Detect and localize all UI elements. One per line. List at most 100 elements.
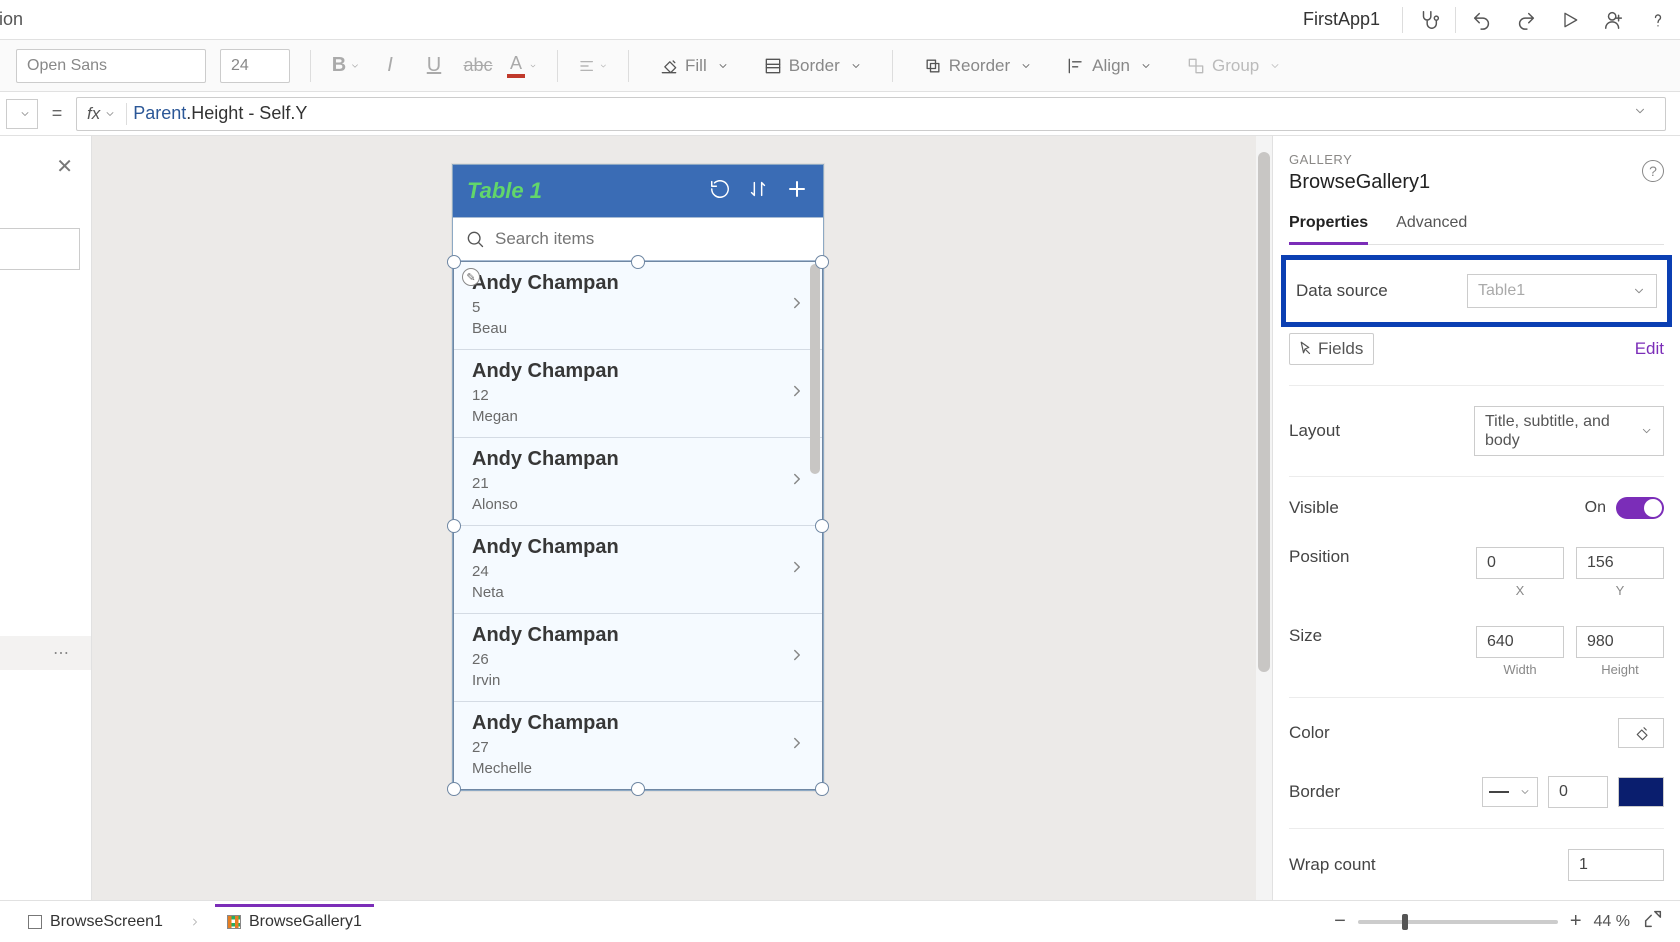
search-icon	[465, 229, 485, 249]
tab-advanced[interactable]: Advanced	[1396, 214, 1467, 244]
play-icon[interactable]	[1548, 0, 1592, 40]
underline-icon[interactable]: U	[419, 51, 449, 81]
list-item[interactable]: Andy Champan26Irvin	[454, 614, 822, 702]
fill-button[interactable]: Fill	[649, 49, 739, 83]
selection-handle[interactable]	[447, 782, 461, 796]
border-width-input[interactable]	[1548, 776, 1608, 808]
formula-input[interactable]: fx Parent.Height - Self.Y	[76, 97, 1666, 131]
search-input[interactable]	[495, 229, 811, 249]
chevron-right-icon	[788, 556, 806, 582]
item-body: Mechelle	[472, 760, 788, 777]
list-item[interactable]: Andy Champan24Neta	[454, 526, 822, 614]
gallery-scrollbar[interactable]	[810, 264, 820, 474]
item-subtitle: 26	[472, 651, 788, 668]
help-icon[interactable]	[1636, 0, 1680, 40]
bold-icon[interactable]: B	[331, 51, 361, 81]
italic-icon[interactable]: I	[375, 51, 405, 81]
y-label: Y	[1616, 583, 1625, 598]
item-body: Neta	[472, 584, 788, 601]
refresh-icon[interactable]	[709, 178, 731, 205]
border-color-picker[interactable]	[1618, 777, 1664, 807]
font-color-icon[interactable]: A	[507, 51, 537, 81]
zoom-out-button[interactable]: −	[1334, 910, 1346, 933]
border-button[interactable]: Border	[753, 49, 872, 83]
properties-panel: ? GALLERY BrowseGallery1 Properties Adva…	[1272, 136, 1680, 900]
redo-icon[interactable]	[1504, 0, 1548, 40]
strikethrough-icon[interactable]: abc	[463, 51, 493, 81]
breadcrumb-gallery[interactable]: BrowseGallery1	[215, 904, 374, 937]
fields-edit-link[interactable]: Edit	[1635, 339, 1664, 359]
tree-search-box[interactable]	[0, 228, 80, 270]
phone-preview: Table 1	[452, 164, 824, 791]
font-size-value: 24	[231, 57, 249, 75]
group-button[interactable]: Group	[1176, 49, 1291, 83]
formula-text: Parent.Height - Self.Y	[127, 103, 307, 124]
font-select[interactable]: Open Sans	[16, 49, 206, 83]
fields-button[interactable]: Fields	[1289, 333, 1374, 365]
item-title: Andy Champan	[472, 448, 788, 471]
stethoscope-icon[interactable]	[1407, 0, 1451, 40]
border-label: Border	[789, 56, 840, 76]
list-item[interactable]: Andy Champan5Beau	[454, 262, 822, 350]
selection-handle[interactable]	[447, 519, 461, 533]
selection-handle[interactable]	[447, 255, 461, 269]
selection-handle[interactable]	[815, 519, 829, 533]
breadcrumb-screen[interactable]: BrowseScreen1	[16, 907, 175, 937]
fit-to-screen-icon[interactable]	[1642, 908, 1664, 935]
selection-handle[interactable]	[631, 255, 645, 269]
color-picker[interactable]	[1618, 718, 1664, 748]
wrap-count-label: Wrap count	[1289, 855, 1376, 875]
height-input[interactable]	[1576, 626, 1664, 658]
list-item[interactable]: Andy Champan27Mechelle	[454, 702, 822, 789]
status-bar: BrowseScreen1 BrowseGallery1 − + 44 %	[0, 900, 1680, 942]
zoom-in-button[interactable]: +	[1570, 910, 1582, 933]
reorder-button[interactable]: Reorder	[913, 49, 1042, 83]
selection-handle[interactable]	[815, 255, 829, 269]
list-item[interactable]: Andy Champan12Megan	[454, 350, 822, 438]
layout-select[interactable]: Title, subtitle, and body	[1474, 406, 1664, 456]
align-button[interactable]: Align	[1056, 49, 1162, 83]
width-input[interactable]	[1476, 626, 1564, 658]
browse-gallery[interactable]: ✎ Andy Champan5BeauAndy Champan12MeganAn…	[453, 261, 823, 790]
wrap-count-input[interactable]	[1568, 849, 1664, 881]
main-area: ✕ ⋯ Table 1	[0, 136, 1680, 900]
font-select-value: Open Sans	[27, 57, 107, 75]
reorder-label: Reorder	[949, 56, 1010, 76]
position-x-input[interactable]	[1476, 547, 1564, 579]
text-align-icon[interactable]	[578, 51, 608, 81]
panel-help-icon[interactable]: ?	[1642, 160, 1664, 182]
chevron-right-icon	[788, 468, 806, 494]
formula-expand-icon[interactable]	[1633, 104, 1657, 123]
data-source-select[interactable]: Table1	[1467, 274, 1657, 308]
tree-item-more[interactable]: ⋯	[0, 636, 91, 670]
zoom-slider[interactable]	[1358, 920, 1558, 924]
selection-handle[interactable]	[815, 782, 829, 796]
undo-icon[interactable]	[1460, 0, 1504, 40]
property-select[interactable]	[6, 99, 38, 129]
item-subtitle: 5	[472, 299, 788, 316]
edit-template-icon[interactable]: ✎	[462, 268, 480, 286]
canvas-scrollbar[interactable]	[1256, 136, 1272, 900]
position-y-input[interactable]	[1576, 547, 1664, 579]
chevron-right-icon	[788, 292, 806, 318]
app-title-suffix: tion	[0, 9, 23, 30]
chevron-right-icon	[788, 380, 806, 406]
sort-icon[interactable]	[747, 178, 769, 205]
close-icon[interactable]: ✕	[56, 154, 73, 179]
fill-label: Fill	[685, 56, 707, 76]
font-size-select[interactable]: 24	[220, 49, 290, 83]
data-source-row-highlight: Data source Table1	[1281, 255, 1672, 327]
canvas[interactable]: Table 1	[92, 136, 1272, 900]
visible-label: Visible	[1289, 498, 1339, 518]
share-person-icon[interactable]	[1592, 0, 1636, 40]
border-style-select[interactable]	[1482, 777, 1538, 807]
list-item[interactable]: Andy Champan21Alonso	[454, 438, 822, 526]
selection-handle[interactable]	[631, 782, 645, 796]
cursor-icon	[1296, 338, 1314, 360]
tab-properties[interactable]: Properties	[1289, 214, 1368, 245]
visible-toggle[interactable]	[1616, 497, 1664, 519]
add-icon[interactable]	[785, 177, 809, 206]
item-title: Andy Champan	[472, 536, 788, 559]
tree-pane: ✕ ⋯	[0, 136, 92, 900]
gallery-icon	[227, 915, 241, 929]
